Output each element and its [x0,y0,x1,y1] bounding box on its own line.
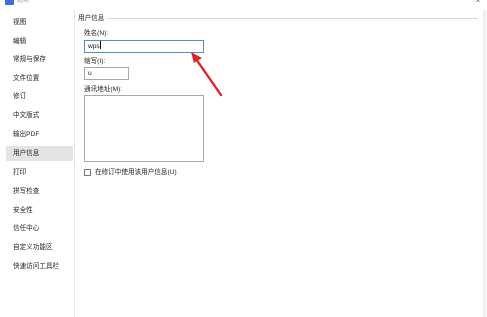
sidebar-item-file-locations[interactable]: 文件位置 [6,71,73,86]
close-button[interactable]: × [474,0,482,6]
name-input[interactable]: wps [84,40,204,53]
group-separator [78,18,478,19]
pane-divider [74,10,75,317]
sidebar-item-view[interactable]: 视图 [6,15,73,30]
address-label: 通讯地址(M): [84,86,123,93]
sidebar-item-security[interactable]: 安全性 [6,203,73,218]
app-icon [5,0,14,5]
sidebar-item-edit[interactable]: 编辑 [6,34,73,49]
text-caret [99,41,101,49]
sidebar-item-export-pdf[interactable]: 输出PDF [6,127,73,142]
use-user-info-checkbox[interactable] [84,169,91,176]
window-title: 选项 [17,0,30,3]
vertical-scrollbar[interactable] [483,10,487,317]
sidebar-item-trust-center[interactable]: 信任中心 [6,221,73,236]
sidebar-item-print[interactable]: 打印 [6,165,73,180]
sidebar-item-chinese-layout[interactable]: 中文版式 [6,108,73,123]
sidebar-item-quick-access-toolbar[interactable]: 快速访问工具栏 [6,259,73,274]
initials-label: 缩写(I): [84,58,106,65]
sidebar-item-general-save[interactable]: 常规与保存 [6,52,73,67]
title-bar: 选项 × [0,0,487,6]
use-user-info-label[interactable]: 在修订中使用该用户信息(U) [95,168,177,177]
sidebar-item-customize-ribbon[interactable]: 自定义功能区 [6,240,73,255]
sidebar-item-revisions[interactable]: 修订 [6,89,73,104]
name-input-value: wps [88,43,100,50]
group-title: 用户信息 [78,14,108,23]
initials-input-value: u [88,70,92,77]
sidebar-item-user-info[interactable]: 用户信息 [6,146,73,161]
sidebar-item-spell-check[interactable]: 拼写检查 [6,184,73,199]
address-textarea[interactable] [84,95,204,162]
options-sidebar: 视图 编辑 常规与保存 文件位置 修订 中文版式 输出PDF 用户信息 打印 拼… [6,12,73,312]
initials-input[interactable]: u [84,67,129,80]
name-label: 姓名(N): [84,30,109,37]
